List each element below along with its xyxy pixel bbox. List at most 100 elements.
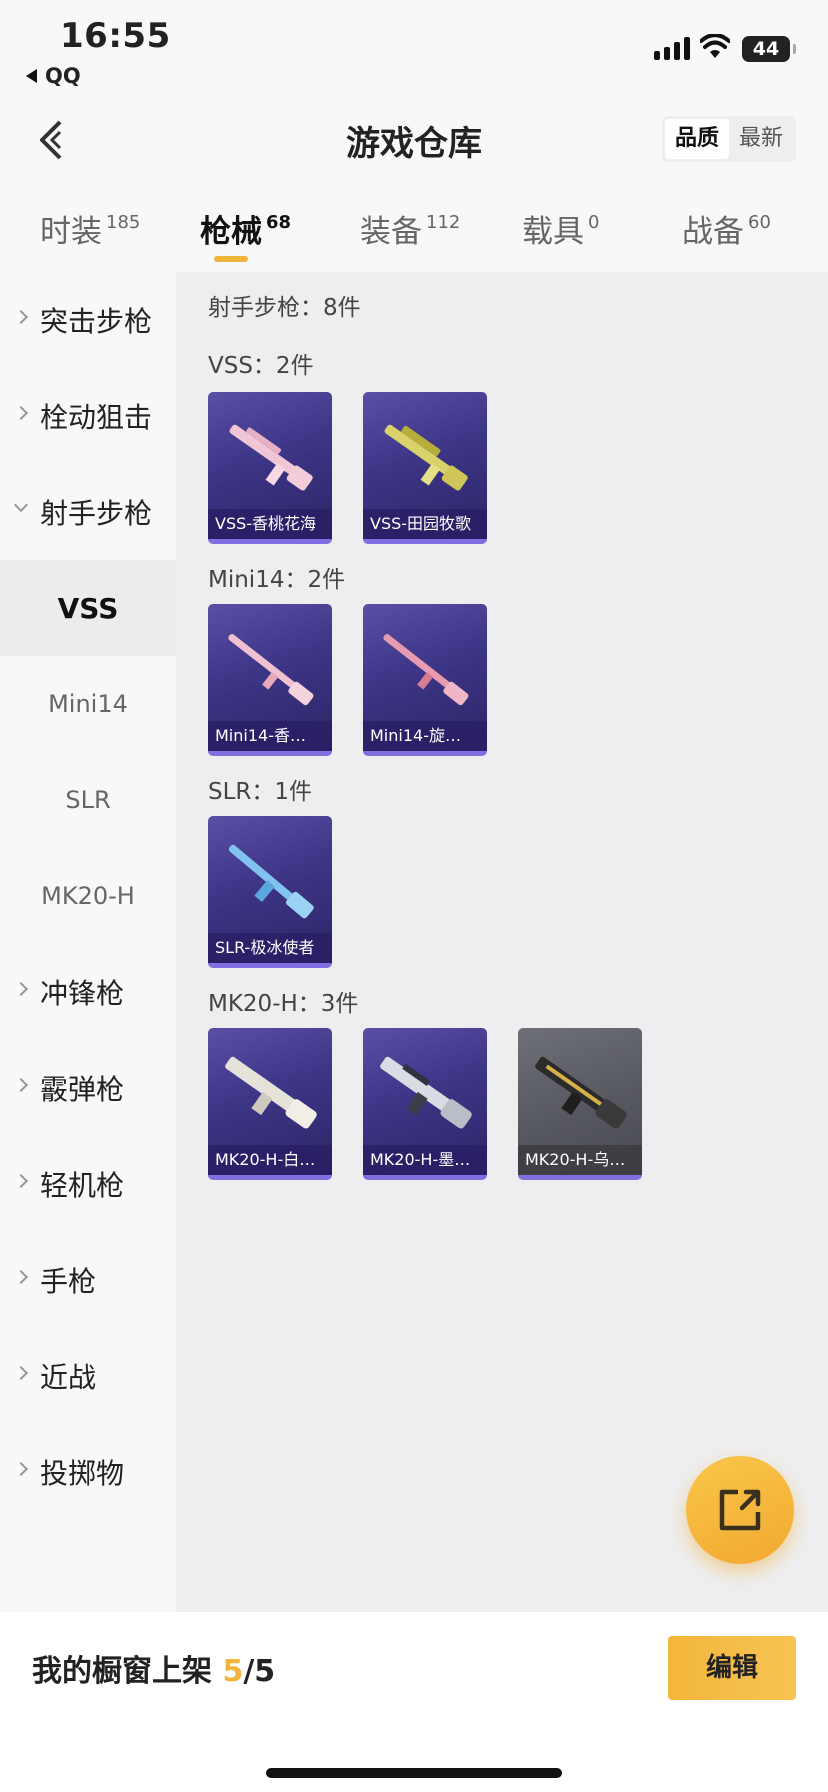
tab-count: 112 <box>426 212 461 233</box>
sidebar-item-shotgun[interactable]: 霰弹枪 <box>0 1040 176 1136</box>
status-bar: 16:55 QQ 44 <box>0 0 828 96</box>
group-title-mk20h: MK20-H：3件 <box>208 991 359 1017</box>
sidebar-item-label: 突击步枪 <box>40 305 153 338</box>
wifi-icon <box>700 34 730 58</box>
status-time: 16:55 <box>60 16 171 56</box>
page-header: 游戏仓库 品质 最新 <box>0 96 828 186</box>
weapon-list: 射手步枪：8件 VSS：2件 VSS-香桃花海 VSS-田园牧歌 Mini14：… <box>176 272 828 1612</box>
sidebar-item-bolt-sniper[interactable]: 栓动狙击 <box>0 368 176 464</box>
chevron-right-icon <box>13 1365 29 1381</box>
slr-gun-icon <box>228 844 314 919</box>
weapon-card[interactable]: VSS-香桃花海 <box>208 392 332 544</box>
tab-label: 战备 <box>682 214 744 250</box>
sidebar-sub-mk20h[interactable]: MK20-H <box>0 848 176 944</box>
group-title-mini14: Mini14：2件 <box>208 567 346 593</box>
back-app-label: QQ <box>45 64 81 88</box>
sidebar-item-melee[interactable]: 近战 <box>0 1328 176 1424</box>
tab-label: 载具 <box>522 214 584 250</box>
weapon-card-label: MK20-H-乌… <box>518 1145 642 1175</box>
sidebar-item-lmg[interactable]: 轻机枪 <box>0 1136 176 1232</box>
group-title-vss: VSS：2件 <box>208 353 314 379</box>
vss-gun-icon <box>229 424 313 491</box>
sidebar-item-assault-rifle[interactable]: 突击步枪 <box>0 272 176 368</box>
sort-quality-button[interactable]: 品质 <box>664 119 729 159</box>
sidebar-item-throwables[interactable]: 投掷物 <box>0 1424 176 1520</box>
weapon-card-label: VSS-田园牧歌 <box>363 509 487 539</box>
tab-firearms[interactable]: 枪械 68 <box>200 206 291 251</box>
share-fab-button[interactable] <box>686 1456 794 1564</box>
mk20h-gun-icon <box>380 1056 472 1129</box>
mk20h-gun-icon <box>225 1056 317 1129</box>
group-title-slr: SLR：1件 <box>208 779 313 805</box>
weapon-card-label: SLR-极冰使者 <box>208 933 332 963</box>
tab-count: 0 <box>588 212 600 233</box>
weapon-card[interactable]: MK20-H-乌… <box>518 1028 642 1180</box>
category-tabs: 时装 185 枪械 68 装备 112 载具 0 战备 60 <box>0 196 828 270</box>
back-to-app[interactable]: QQ <box>26 64 81 88</box>
tab-count: 60 <box>748 212 771 233</box>
chevron-right-icon <box>13 981 29 997</box>
battery-icon: 44 <box>742 36 796 62</box>
sidebar-item-label: 栓动狙击 <box>40 401 153 434</box>
edit-button[interactable]: 编辑 <box>668 1636 796 1700</box>
showcase-label: 我的橱窗上架 <box>32 1654 212 1689</box>
sidebar-item-label: 手枪 <box>40 1265 97 1298</box>
sidebar-item-label: 冲锋枪 <box>40 977 125 1010</box>
sidebar-item-smg[interactable]: 冲锋枪 <box>0 944 176 1040</box>
tab-label: 装备 <box>360 214 422 250</box>
chevron-right-icon <box>13 1173 29 1189</box>
tab-label: 枪械 <box>200 214 262 250</box>
chevron-right-icon <box>13 1077 29 1093</box>
weapon-card-label: VSS-香桃花海 <box>208 509 332 539</box>
tab-fashion[interactable]: 时装 185 <box>40 206 140 251</box>
tab-tactical[interactable]: 战备 60 <box>682 206 771 251</box>
tab-vehicles[interactable]: 载具 0 <box>522 206 599 251</box>
sidebar-sub-vss[interactable]: VSS <box>0 560 176 656</box>
tab-count: 185 <box>106 212 141 233</box>
active-tab-indicator <box>214 256 248 262</box>
sidebar-item-label: 近战 <box>40 1361 97 1394</box>
mini14-gun-icon <box>383 634 469 706</box>
tab-label: 时装 <box>40 214 102 250</box>
weapon-card[interactable]: SLR-极冰使者 <box>208 816 332 968</box>
weapon-card[interactable]: Mini14-旋… <box>363 604 487 756</box>
sidebar-item-pistol[interactable]: 手枪 <box>0 1232 176 1328</box>
mini14-gun-icon <box>228 634 314 706</box>
bottom-bar: 我的橱窗上架 5/5 编辑 <box>0 1612 828 1792</box>
sidebar-sub-slr[interactable]: SLR <box>0 752 176 848</box>
weapon-card-label: Mini14-香… <box>208 721 332 751</box>
showcase-total: /5 <box>243 1654 276 1689</box>
weapon-card-label: Mini14-旋… <box>363 721 487 751</box>
chevron-down-icon <box>13 497 29 513</box>
showcase-count: 我的橱窗上架 5/5 <box>32 1646 275 1690</box>
tab-count: 68 <box>266 212 292 233</box>
showcase-current: 5 <box>222 1654 244 1689</box>
weapon-category-sidebar: 突击步枪 栓动狙击 射手步枪 VSS Mini14 SLR MK20-H 冲锋枪… <box>0 272 176 1612</box>
sidebar-item-marksman-rifle[interactable]: 射手步枪 <box>0 464 176 560</box>
weapon-card[interactable]: Mini14-香… <box>208 604 332 756</box>
back-triangle-icon <box>26 69 37 83</box>
sidebar-item-label: 投掷物 <box>40 1457 125 1490</box>
chevron-right-icon <box>13 405 29 421</box>
chevron-right-icon <box>13 1461 29 1477</box>
home-indicator[interactable] <box>266 1768 562 1778</box>
share-icon <box>719 1489 761 1531</box>
tab-equipment[interactable]: 装备 112 <box>360 206 460 251</box>
weapon-card[interactable]: VSS-田园牧歌 <box>363 392 487 544</box>
chevron-right-icon <box>13 309 29 325</box>
weapon-card-label: MK20-H-墨… <box>363 1145 487 1175</box>
mk20h-gun-icon <box>535 1056 627 1129</box>
weapon-card[interactable]: MK20-H-墨… <box>363 1028 487 1180</box>
sidebar-item-label: 射手步枪 <box>40 497 153 530</box>
chevron-right-icon <box>13 1269 29 1285</box>
sidebar-sub-mini14[interactable]: Mini14 <box>0 656 176 752</box>
section-total: 射手步枪：8件 <box>208 295 361 321</box>
sort-newest-button[interactable]: 最新 <box>729 119 793 159</box>
cellular-signal-icon <box>654 36 690 60</box>
vss-gun-icon <box>384 424 468 491</box>
sort-toggle: 品质 最新 <box>661 116 796 162</box>
sidebar-item-label: 霰弹枪 <box>40 1073 125 1106</box>
weapon-card-label: MK20-H-白… <box>208 1145 332 1175</box>
sidebar-item-label: 轻机枪 <box>40 1169 125 1202</box>
weapon-card[interactable]: MK20-H-白… <box>208 1028 332 1180</box>
